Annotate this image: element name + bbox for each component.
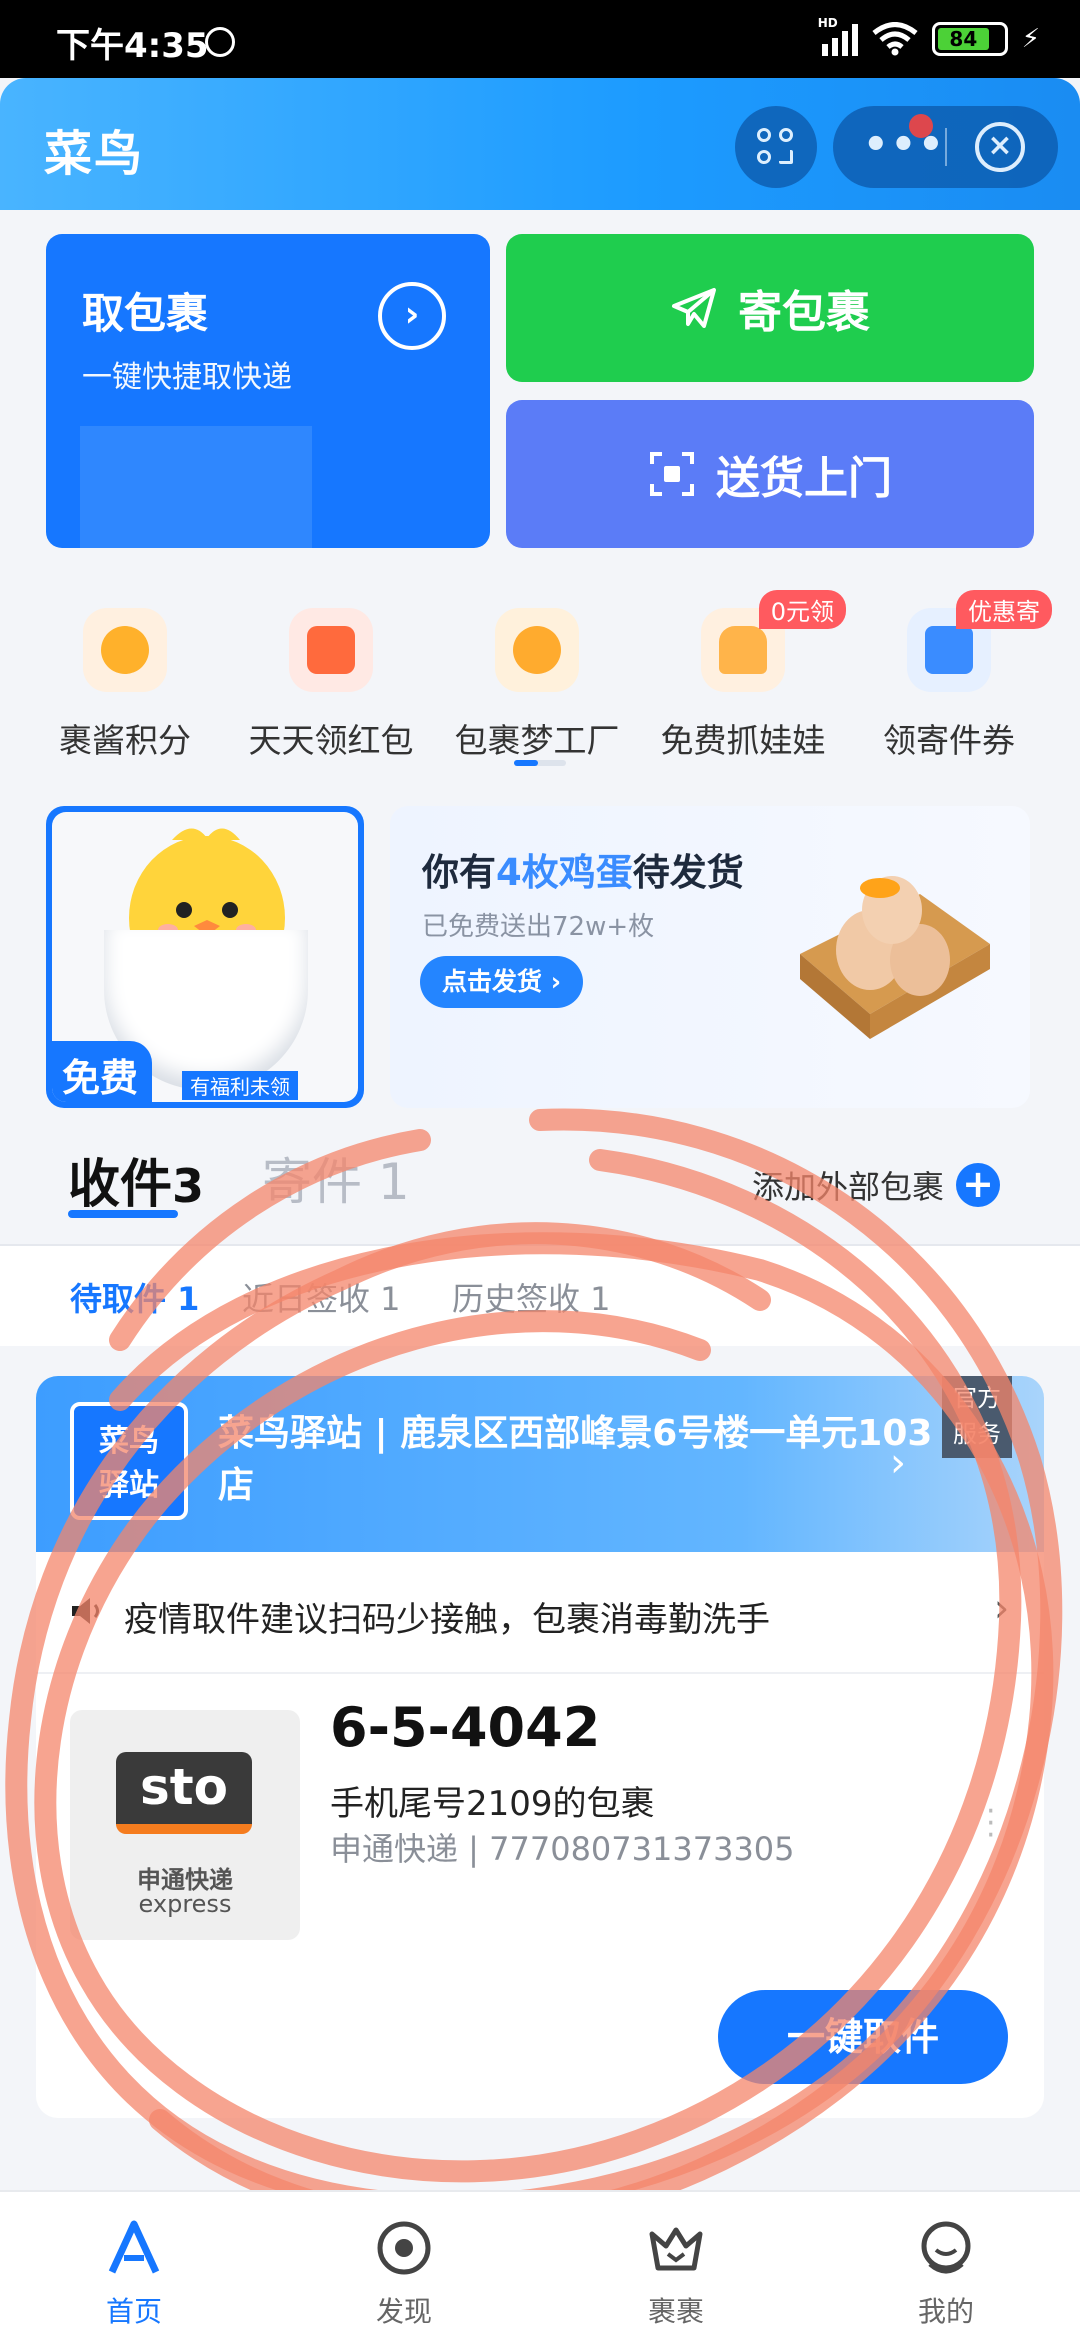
coin-icon [495, 608, 579, 692]
nav-label: 首页 [105, 2295, 162, 2328]
pickup-subtitle: 一键快捷取快递 [82, 360, 292, 395]
courier-logo: sto 申通快递 express [70, 1710, 300, 1940]
notice-text: 疫情取件建议扫码少接触，包裹消毒勤洗手 [124, 1600, 770, 1640]
shortcut-label: 天天领红包 [248, 721, 414, 760]
home-delivery-label: 送货上门 [716, 453, 892, 504]
station-name: 菜鸟驿站 | 鹿泉区西部峰景6号楼一单元103店 [218, 1413, 933, 1506]
sto-logo: sto [116, 1752, 252, 1834]
pickup-title: 取包裹 [82, 289, 209, 338]
page-indicator [514, 760, 566, 766]
nav-label: 裹裹 [647, 2295, 704, 2328]
shortcut-coupon[interactable]: 领寄件券 优惠寄 [846, 590, 1052, 762]
send-package-button[interactable]: 寄包裹 [506, 234, 1034, 382]
phone-tail-label: 手机尾号2109的包裹 [330, 1784, 655, 1824]
scan-icon [757, 128, 795, 166]
tab-send[interactable]: 寄件 1 [262, 1142, 410, 1214]
nav-home[interactable]: 首页 [34, 2192, 234, 2340]
bottom-navigation: 首页 发现 裹裹 我的 [0, 2190, 1080, 2340]
nav-label: 我的 [917, 2295, 974, 2328]
paper-plane-icon [672, 288, 716, 328]
package-card: 菜鸟 驿站 菜鸟驿站 | 鹿泉区西部峰景6号楼一单元103店 › 官方 服务 疫情取… [36, 1376, 1044, 2118]
chevron-right-icon: › [994, 1586, 1010, 1630]
filter-pending[interactable]: 待取件 1 [70, 1274, 199, 1320]
close-button[interactable]: × [975, 122, 1025, 172]
shortcut-dream-factory[interactable]: 包裹梦工厂 [434, 598, 640, 762]
tab-receive[interactable]: 收件3 [68, 1142, 204, 1218]
signal-icon: HD [818, 16, 858, 56]
add-external-label: 添加外部包裹 [752, 1168, 945, 1206]
shortcut-label: 免费抓娃娃 [660, 721, 826, 760]
shortcut-red-packet[interactable]: 天天领红包 [228, 598, 434, 762]
egg-box-illustration [800, 876, 990, 1039]
shortcut-points[interactable]: 裹酱积分 [22, 598, 228, 762]
speaker-icon [72, 1598, 99, 1624]
free-label: 免费 [52, 1041, 153, 1102]
status-time: 下午4:35 [56, 26, 209, 66]
more-options-icon[interactable]: · · · [986, 1797, 996, 1851]
badge-free: 0元领 [758, 590, 846, 629]
shortcut-label: 包裹梦工厂 [454, 721, 620, 760]
nav-profile[interactable]: 我的 [846, 2192, 1046, 2340]
profile-icon [921, 2221, 971, 2274]
nav-discover[interactable]: 发现 [304, 2192, 504, 2340]
status-bar: 下午4:35 HD 84 ⚡ [0, 0, 1080, 78]
status-filter: 待取件 1 近日签收 1 历史签收 1 [0, 1246, 1080, 1346]
capsule-divider [945, 128, 947, 166]
battery-level: 84 [937, 27, 989, 51]
wifi-icon [872, 22, 918, 56]
notice-bar[interactable]: 疫情取件建议扫码少接触，包裹消毒勤洗手 › [36, 1554, 1044, 1674]
miniapp-capsule: ••• × [833, 106, 1058, 188]
home-delivery-button[interactable]: 送货上门 [506, 400, 1034, 548]
filter-history[interactable]: 历史签收 1 [452, 1274, 611, 1320]
home-icon [108, 2220, 160, 2274]
red-packet-icon [289, 608, 373, 692]
crown-icon [649, 2227, 703, 2271]
network-type: HD [817, 16, 838, 30]
plus-icon: + [956, 1163, 1001, 1207]
station-header[interactable]: 菜鸟 驿站 菜鸟驿站 | 鹿泉区西部峰景6号楼一单元103店 › 官方 服务 [36, 1376, 1044, 1552]
add-external-package-button[interactable]: 添加外部包裹 + [752, 1162, 1001, 1208]
chevron-right-icon: › [378, 282, 446, 350]
tracking-number: 申通快递 | 777080731373305 [330, 1830, 795, 1868]
ship-eggs-button[interactable]: 点击发货 › [420, 956, 584, 1008]
scan-button[interactable] [735, 106, 817, 188]
one-click-pickup-button[interactable]: 一键取件 [718, 1990, 1008, 2084]
shortcut-label: 领寄件券 [883, 721, 1015, 760]
egg-promo-card[interactable]: 你有4枚鸡蛋待发货 已免费送出72w+枚 点击发货 › [390, 806, 1030, 1108]
charging-icon: ⚡ [1021, 24, 1040, 54]
smiley-icon [83, 608, 167, 692]
promo-headline: 你有4枚鸡蛋待发货 [422, 851, 744, 894]
station-logo: 菜鸟 驿站 [70, 1402, 188, 1520]
promo-subtitle: 已免费送出72w+枚 [422, 912, 655, 942]
chevron-right-icon: › [890, 1440, 906, 1486]
scan-box-icon [650, 452, 694, 496]
shortcut-row: 裹酱积分 天天领红包 包裹梦工厂 免费抓娃娃 0元领 领寄件券 优惠寄 [0, 590, 1080, 768]
official-service-badge: 官方 服务 [942, 1376, 1012, 1458]
alarm-icon [205, 27, 235, 57]
send-package-label: 寄包裹 [738, 287, 870, 338]
pickup-code-placeholder [80, 426, 312, 548]
shortcut-claw-machine[interactable]: 免费抓娃娃 0元领 [640, 590, 846, 762]
free-gift-card[interactable]: 免费 有福利未领 [46, 806, 364, 1108]
package-tabs: 收件3 寄件 1 添加外部包裹 + [0, 1120, 1080, 1246]
badge-discount: 优惠寄 [956, 590, 1052, 629]
filter-recent[interactable]: 近日签收 1 [242, 1274, 401, 1320]
app-header: 菜鸟 ••• × [0, 78, 1080, 210]
nav-label: 发现 [375, 2295, 432, 2328]
unclaimed-label: 有福利未领 [182, 1071, 298, 1100]
page-title: 菜鸟 [44, 126, 145, 182]
nav-guoguo[interactable]: 裹裹 [576, 2192, 776, 2340]
courier-name-en: express [138, 1890, 232, 1918]
notification-dot [909, 114, 933, 138]
shortcut-label: 裹酱积分 [59, 721, 191, 760]
discover-icon [377, 2221, 431, 2275]
pickup-code: 6-5-4042 [330, 1696, 601, 1759]
more-button[interactable]: ••• [863, 122, 946, 168]
battery-icon: 84 [931, 22, 1008, 56]
pickup-card[interactable]: 取包裹 一键快捷取快递 › [46, 234, 490, 548]
